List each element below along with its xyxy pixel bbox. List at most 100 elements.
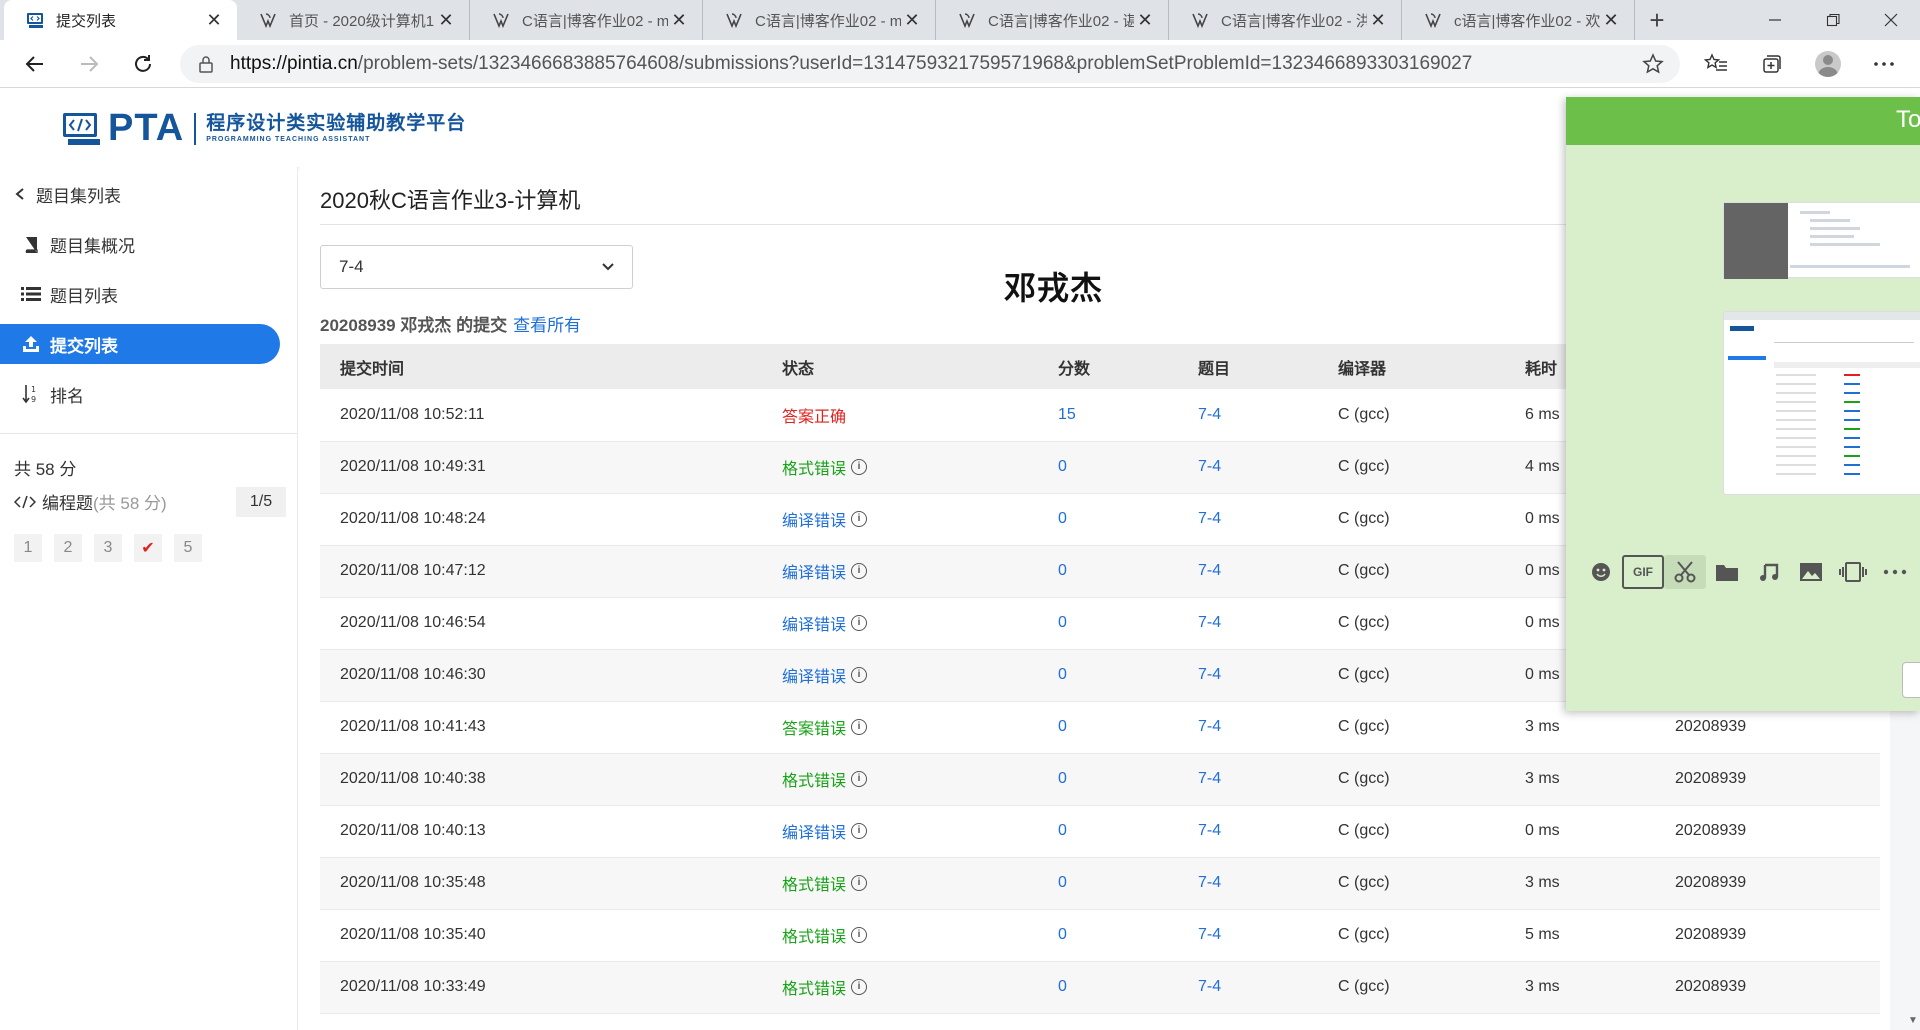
chat-image-thumbnail[interactable] xyxy=(1723,202,1920,279)
status-link[interactable]: 编译错误 xyxy=(782,819,846,843)
screen-share-icon[interactable] xyxy=(1832,555,1874,589)
info-icon[interactable]: i xyxy=(851,875,868,891)
cell-problem[interactable]: 7-4 xyxy=(1178,753,1318,806)
status-link[interactable]: 格式错误 xyxy=(782,455,846,479)
info-icon[interactable]: i xyxy=(851,823,868,839)
address-bar[interactable]: https://pintia.cn/problem-sets/132346668… xyxy=(180,45,1680,83)
cell-problem[interactable]: 7-4 xyxy=(1178,961,1318,1014)
tab-close-icon[interactable]: ✕ xyxy=(668,9,690,31)
view-all-link[interactable]: 查看所有 xyxy=(513,316,581,335)
music-icon[interactable] xyxy=(1748,555,1790,589)
info-icon[interactable]: i xyxy=(851,667,868,683)
cell-problem[interactable]: 7-4 xyxy=(1178,545,1318,598)
forward-button[interactable] xyxy=(62,44,116,84)
favorites-button[interactable] xyxy=(1694,46,1738,82)
status-link[interactable]: 格式错误 xyxy=(782,923,846,947)
info-icon[interactable]: i xyxy=(851,615,868,631)
tab-close-icon[interactable]: ✕ xyxy=(1134,9,1156,31)
chat-input-box[interactable] xyxy=(1902,662,1920,698)
info-icon[interactable]: i xyxy=(851,927,868,943)
problem-type-group[interactable]: 编程题 (共 58 分) xyxy=(14,489,167,514)
question-number-1[interactable]: 1 xyxy=(14,534,42,562)
status-link[interactable]: 格式错误 xyxy=(782,975,846,999)
question-number-2[interactable]: 2 xyxy=(54,534,82,562)
cell-score[interactable]: 0 xyxy=(1038,441,1178,494)
info-icon[interactable]: i xyxy=(851,459,868,475)
gif-icon[interactable]: GIF xyxy=(1622,555,1664,589)
reload-button[interactable] xyxy=(116,44,170,84)
tab-4[interactable]: C语言|博客作业02 - 谌 ✕ xyxy=(936,0,1169,40)
emoji-icon[interactable] xyxy=(1580,555,1622,589)
settings-menu-button[interactable] xyxy=(1862,46,1906,82)
status-link[interactable]: 编译错误 xyxy=(782,663,846,687)
cell-problem[interactable]: 7-4 xyxy=(1178,649,1318,702)
cell-problem[interactable]: 7-4 xyxy=(1178,389,1318,442)
cell-score[interactable]: 15 xyxy=(1038,389,1178,442)
pta-logo[interactable]: PTA 程序设计类实验辅助教学平台 PROGRAMMING TEACHING A… xyxy=(62,107,466,150)
question-number-3[interactable]: 3 xyxy=(94,534,122,562)
cell-score[interactable]: 0 xyxy=(1038,805,1178,858)
sidebar-item-overview[interactable]: 题目集概况 xyxy=(0,224,280,264)
tab-0[interactable]: 提交列表 ✕ xyxy=(4,0,237,40)
cell-score[interactable]: 0 xyxy=(1038,909,1178,962)
cell-score[interactable]: 0 xyxy=(1038,545,1178,598)
cell-score[interactable]: 0 xyxy=(1038,753,1178,806)
problem-select[interactable]: 7-4 xyxy=(320,245,633,289)
scroll-down-arrow[interactable]: ▼ xyxy=(1906,1010,1920,1030)
chat-screenshot-thumbnail[interactable] xyxy=(1723,311,1920,495)
cell-score[interactable]: 0 xyxy=(1038,493,1178,546)
cell-score[interactable]: 0 xyxy=(1038,597,1178,650)
cell-score[interactable]: 0 xyxy=(1038,857,1178,910)
chat-title-bar[interactable]: To xyxy=(1566,97,1920,145)
tab-2[interactable]: C语言|博客作业02 - mi ✕ xyxy=(470,0,703,40)
profile-button[interactable] xyxy=(1806,46,1850,82)
tab-3[interactable]: C语言|博客作业02 - mi ✕ xyxy=(703,0,936,40)
image-icon[interactable] xyxy=(1790,555,1832,589)
back-button[interactable] xyxy=(8,44,62,84)
question-number-5[interactable]: 5 xyxy=(174,534,202,562)
collections-button[interactable] xyxy=(1750,46,1794,82)
tab-6[interactable]: c语言|博客作业02 - 欢 ✕ xyxy=(1402,0,1635,40)
status-link[interactable]: 答案错误 xyxy=(782,715,846,739)
tab-close-icon[interactable]: ✕ xyxy=(435,9,457,31)
sidebar-back-link[interactable]: 题目集列表 xyxy=(14,174,294,214)
folder-icon[interactable] xyxy=(1706,555,1748,589)
info-icon[interactable]: i xyxy=(851,771,868,787)
status-link[interactable]: 格式错误 xyxy=(782,871,846,895)
info-icon[interactable]: i xyxy=(851,563,868,579)
status-link[interactable]: 编译错误 xyxy=(782,559,846,583)
tab-5[interactable]: C语言|博客作业02 - 洪 ✕ xyxy=(1169,0,1402,40)
question-number-done-check-icon[interactable]: ✔ xyxy=(134,534,162,562)
info-icon[interactable]: i xyxy=(851,719,868,735)
status-link[interactable]: 格式错误 xyxy=(782,767,846,791)
info-icon[interactable]: i xyxy=(851,979,868,995)
close-window-button[interactable] xyxy=(1862,0,1920,40)
cell-problem[interactable]: 7-4 xyxy=(1178,493,1318,546)
maximize-button[interactable] xyxy=(1804,0,1862,40)
cell-problem[interactable]: 7-4 xyxy=(1178,857,1318,910)
status-link[interactable]: 编译错误 xyxy=(782,611,846,635)
cell-problem[interactable]: 7-4 xyxy=(1178,701,1318,754)
sidebar-item-ranking[interactable]: 19 排名 xyxy=(0,374,280,414)
cell-problem[interactable]: 7-4 xyxy=(1178,805,1318,858)
cell-score[interactable]: 0 xyxy=(1038,961,1178,1014)
new-tab-button[interactable]: + xyxy=(1635,0,1679,40)
cell-score[interactable]: 0 xyxy=(1038,701,1178,754)
status-link[interactable]: 编译错误 xyxy=(782,507,846,531)
cell-problem[interactable]: 7-4 xyxy=(1178,909,1318,962)
minimize-button[interactable] xyxy=(1746,0,1804,40)
cell-problem[interactable]: 7-4 xyxy=(1178,441,1318,494)
status-link[interactable]: 答案正确 xyxy=(782,403,846,427)
cell-problem[interactable]: 7-4 xyxy=(1178,597,1318,650)
cell-score[interactable]: 0 xyxy=(1038,649,1178,702)
tab-close-icon[interactable]: ✕ xyxy=(901,9,923,31)
tab-close-icon[interactable]: ✕ xyxy=(1600,9,1622,31)
more-icon[interactable] xyxy=(1874,555,1916,589)
favorite-star-icon[interactable] xyxy=(1642,53,1664,80)
tab-close-icon[interactable]: ✕ xyxy=(203,9,225,31)
sidebar-item-submissions[interactable]: 提交列表 xyxy=(0,324,280,364)
chat-window-overlay[interactable]: To GIF xyxy=(1566,97,1920,711)
sidebar-item-problems[interactable]: 题目列表 xyxy=(0,274,280,314)
tab-close-icon[interactable]: ✕ xyxy=(1367,9,1389,31)
info-icon[interactable]: i xyxy=(851,511,868,527)
